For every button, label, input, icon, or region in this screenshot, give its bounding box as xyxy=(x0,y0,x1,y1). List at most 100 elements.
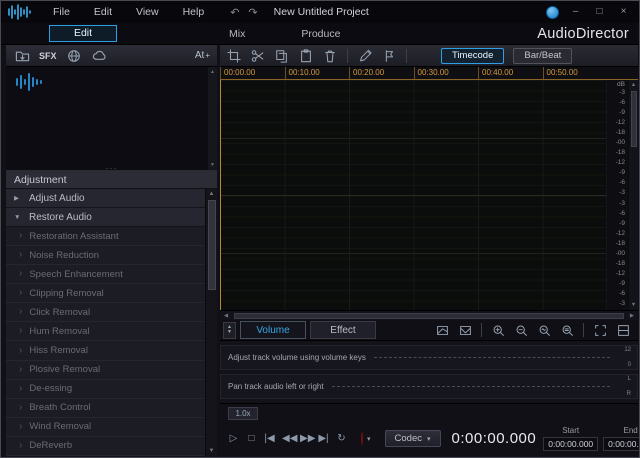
tab-produce[interactable]: Produce xyxy=(301,28,340,40)
current-time-display[interactable]: 0:00:00.000 xyxy=(452,430,537,447)
edit-pencil-icon[interactable] xyxy=(356,48,374,64)
list-item[interactable]: › De-essing xyxy=(6,380,205,399)
tab-volume[interactable]: Volume xyxy=(240,321,306,339)
list-item[interactable]: › DeReverb xyxy=(6,437,205,456)
list-item-label: Restoration Assistant xyxy=(29,231,118,242)
toolbar-divider xyxy=(481,323,482,337)
maximize-button[interactable]: □ xyxy=(592,5,607,19)
toolbar-divider xyxy=(347,49,348,63)
close-button[interactable]: × xyxy=(616,5,631,19)
delete-icon[interactable] xyxy=(321,48,339,64)
zoom-in-icon[interactable] xyxy=(489,322,507,338)
zoom-out-icon[interactable] xyxy=(512,322,530,338)
ruler-tick: 00:50.00 xyxy=(543,67,608,79)
codec-button[interactable]: Codec ▾ xyxy=(385,430,441,447)
scroll-up-icon[interactable]: ▲ xyxy=(210,69,215,75)
zoom-fit-icon[interactable] xyxy=(558,322,576,338)
scrollbar-thumb[interactable] xyxy=(208,200,216,290)
tab-edit[interactable]: Edit xyxy=(49,25,117,42)
stop-button[interactable]: □ xyxy=(246,433,257,444)
scrollbar-thumb[interactable] xyxy=(631,91,637,147)
minimize-button[interactable]: – xyxy=(568,5,583,19)
list-item[interactable]: › Speech Enhancement xyxy=(6,265,205,284)
volume-track-row[interactable]: Adjust track volume using volume keys 12… xyxy=(220,345,638,370)
scissors-icon[interactable] xyxy=(249,48,267,64)
titlebar: File Edit View Help ↶ ↷ New Untitled Pro… xyxy=(1,1,639,23)
copy-icon[interactable] xyxy=(273,48,291,64)
section-restore-audio[interactable]: ▼ Restore Audio xyxy=(6,208,205,227)
list-item[interactable]: › Noise Reduction xyxy=(6,246,205,265)
split-view-icon[interactable] xyxy=(614,322,632,338)
playback-speed-button[interactable]: 1.0x xyxy=(228,407,258,420)
marker-icon[interactable] xyxy=(380,48,398,64)
vertical-scrollbar[interactable]: ▲ ▼ xyxy=(628,80,638,310)
skip-start-button[interactable]: |◀ xyxy=(264,433,275,444)
scroll-right-icon[interactable]: ▶ xyxy=(626,313,638,319)
waveform-canvas[interactable] xyxy=(220,80,606,310)
list-item[interactable]: › Wind Removal xyxy=(6,418,205,437)
paste-icon[interactable] xyxy=(297,48,315,64)
media-library-area[interactable]: ▲ ▼ ··· xyxy=(6,67,217,171)
pan-track-row[interactable]: Pan track audio left or right L R xyxy=(220,374,638,399)
loop-button[interactable]: ↻ xyxy=(336,433,347,444)
menu-help[interactable]: Help xyxy=(171,1,217,23)
list-item[interactable]: › Click Removal xyxy=(6,303,205,322)
adjustment-scrollbar[interactable]: ▲ ▼ xyxy=(205,189,217,456)
barbeat-button[interactable]: Bar/Beat xyxy=(513,48,572,64)
trim-icon[interactable] xyxy=(225,48,243,64)
playhead[interactable] xyxy=(220,80,221,310)
scroll-up-icon[interactable]: ▲ xyxy=(209,191,215,197)
step-forward-button[interactable]: ▶▶ xyxy=(300,433,311,444)
record-button[interactable] xyxy=(361,432,363,445)
start-value-field[interactable]: 0:00:00.000 xyxy=(543,437,598,451)
list-item[interactable]: › Hiss Removal xyxy=(6,341,205,360)
scroll-left-icon[interactable]: ◀ xyxy=(220,313,232,319)
tab-effect[interactable]: Effect xyxy=(310,321,376,339)
selection-range: Start 0:00:00.000 End 0:00:00.000 xyxy=(543,426,640,451)
cloud-icon[interactable] xyxy=(91,48,109,64)
chevron-right-icon: › xyxy=(19,289,22,297)
list-item[interactable]: › Clipping Removal xyxy=(6,284,205,303)
list-item[interactable]: › Plosive Removal xyxy=(6,361,205,380)
db-scale-label: -3 xyxy=(610,201,625,207)
section-adjust-audio[interactable]: ▶ Adjust Audio xyxy=(6,189,205,208)
end-value-field[interactable]: 0:00:00.000 xyxy=(603,437,640,451)
list-item[interactable]: › Breath Control xyxy=(6,399,205,418)
scroll-down-icon[interactable]: ▼ xyxy=(210,162,215,168)
undo-icon[interactable]: ↶ xyxy=(230,6,239,19)
skip-end-button[interactable]: ▶| xyxy=(318,433,329,444)
import-media-button[interactable] xyxy=(13,48,31,64)
step-back-button[interactable]: ◀◀ xyxy=(282,433,293,444)
pan-keyframe-icon[interactable] xyxy=(456,322,474,338)
scroll-down-icon[interactable]: ▼ xyxy=(631,302,636,308)
scroll-down-icon[interactable]: ▼ xyxy=(209,448,215,454)
record-dropdown-icon[interactable]: ▾ xyxy=(367,435,371,443)
horizontal-scrollbar[interactable]: ◀ ▶ xyxy=(220,310,638,320)
list-item-label: Plosive Removal xyxy=(29,364,100,375)
panel-splitter-handle[interactable]: ··· xyxy=(106,165,118,171)
list-item[interactable]: › Restoration Assistant xyxy=(6,227,205,246)
menu-view[interactable]: View xyxy=(124,1,171,23)
sfx-library-button[interactable]: SFX xyxy=(39,51,57,61)
pan-envelope-line[interactable] xyxy=(332,386,610,387)
zoom-selection-icon[interactable] xyxy=(535,322,553,338)
menu-file[interactable]: File xyxy=(41,1,82,23)
play-button[interactable]: ▷ xyxy=(228,433,239,444)
directorzone-globe-icon[interactable] xyxy=(65,48,83,64)
brand-logo-text: AudioDirector xyxy=(537,26,629,42)
collapse-tracks-button[interactable]: ▲ ▼ xyxy=(223,322,236,339)
upgrade-notification-icon[interactable] xyxy=(546,6,559,19)
timeline-ruler[interactable]: 00:00.0000:10.0000:20.0000:30.0000:40.00… xyxy=(220,67,638,80)
library-scrollbar[interactable]: ▲ ▼ xyxy=(208,67,217,170)
tab-mix[interactable]: Mix xyxy=(229,28,245,40)
timecode-button[interactable]: Timecode xyxy=(441,48,504,64)
volume-keyframe-icon[interactable] xyxy=(433,322,451,338)
menu-edit[interactable]: Edit xyxy=(82,1,124,23)
redo-icon[interactable]: ↷ xyxy=(248,6,257,19)
maximize-waveform-icon[interactable] xyxy=(591,322,609,338)
list-item[interactable]: › Hum Removal xyxy=(6,322,205,341)
scroll-up-icon[interactable]: ▲ xyxy=(631,82,636,88)
text-to-speech-tool[interactable]: At + xyxy=(195,50,210,61)
volume-envelope-line[interactable] xyxy=(374,357,610,358)
scrollbar-thumb[interactable] xyxy=(234,313,624,319)
